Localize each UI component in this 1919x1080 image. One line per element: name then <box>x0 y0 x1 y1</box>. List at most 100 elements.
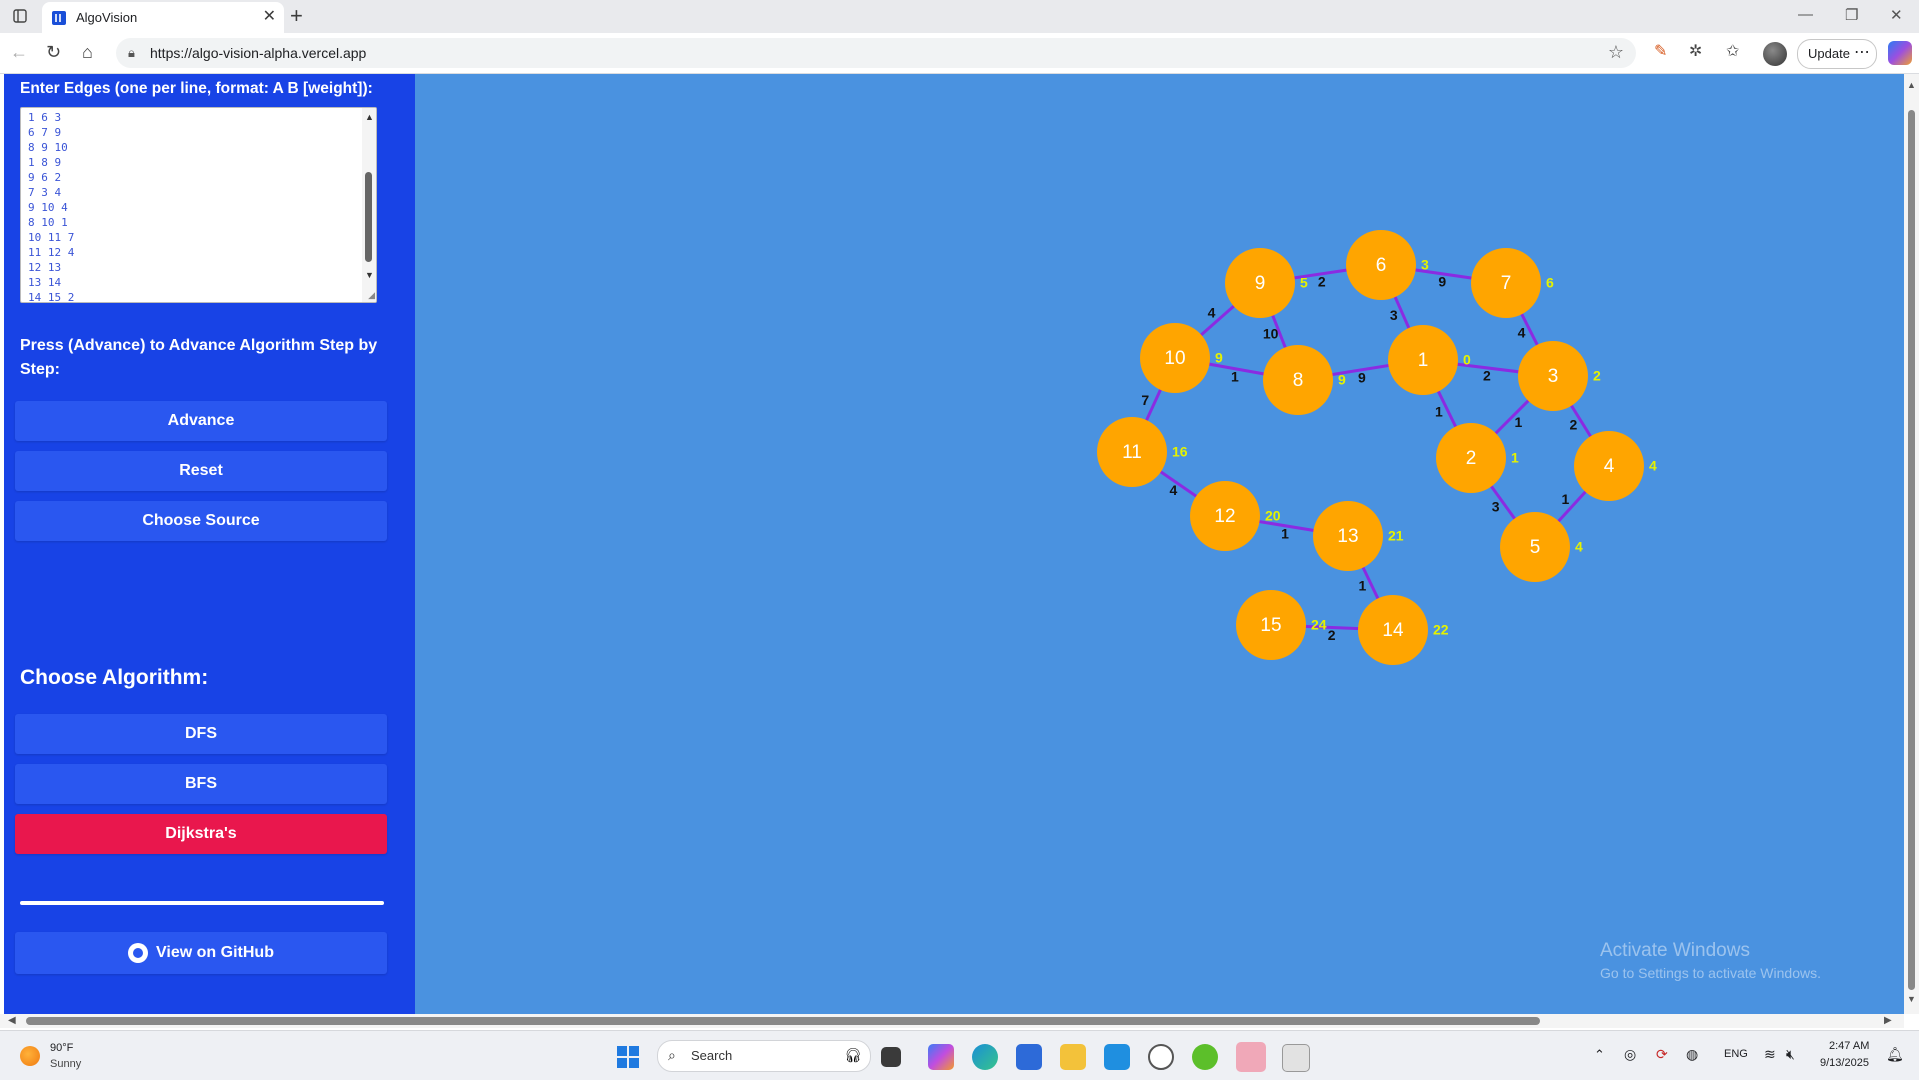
more-menu-icon[interactable]: ⋯ <box>1854 42 1870 62</box>
reload-icon[interactable]: ↻ <box>46 42 61 62</box>
graph-node-10[interactable]: 10 9 <box>1140 323 1223 393</box>
new-tab-icon[interactable]: + <box>290 4 303 28</box>
textarea-scroll-thumb[interactable] <box>365 172 372 262</box>
node-label: 5 <box>1530 537 1541 558</box>
node-distance-label: 16 <box>1172 444 1188 460</box>
profile-avatar[interactable] <box>1763 42 1787 66</box>
favorite-star-icon[interactable]: ☆ <box>1608 42 1624 63</box>
graph-node-1[interactable]: 10 <box>1388 325 1471 395</box>
edges-text[interactable]: 1 6 3 6 7 9 8 9 10 1 8 9 9 6 2 7 3 4 9 1… <box>28 110 74 302</box>
notification-bell-icon[interactable]: 🔔︎ <box>1886 1046 1904 1063</box>
vscode-icon[interactable] <box>1104 1044 1130 1070</box>
task-view-icon[interactable] <box>881 1047 901 1067</box>
scroll-left-icon[interactable]: ◀ <box>8 1015 16 1026</box>
favorites-icon[interactable]: ✩ <box>1726 43 1739 61</box>
graph-node-7[interactable]: 76 <box>1471 248 1554 318</box>
graph-node-2[interactable]: 21 <box>1436 423 1519 493</box>
wifi-icon[interactable]: ≋ <box>1764 1046 1776 1063</box>
show-hidden-icons-icon[interactable]: ⌃ <box>1594 1047 1605 1063</box>
edge-browser-icon[interactable] <box>972 1044 998 1070</box>
weather-sun-icon[interactable] <box>20 1046 40 1066</box>
vertical-scroll-thumb[interactable] <box>1908 110 1915 990</box>
graph-node-15[interactable]: 15 24 <box>1236 590 1327 660</box>
close-tab-icon[interactable]: ✕ <box>263 9 276 25</box>
edge-weight-label: 1 <box>1514 414 1522 430</box>
graph-node-13[interactable]: 13 21 <box>1313 501 1404 571</box>
url-text[interactable]: https://algo-vision-alpha.vercel.app <box>150 45 366 61</box>
control-sidebar: Enter Edges (one per line, format: A B [… <box>4 74 415 1014</box>
node-label: 11 <box>1122 442 1142 463</box>
microsoft-store-icon[interactable] <box>1016 1044 1042 1070</box>
scroll-up-icon[interactable]: ▲ <box>365 112 374 122</box>
lock-icon[interactable]: 🔒︎ <box>128 45 135 61</box>
copilot-app-icon[interactable] <box>928 1044 954 1070</box>
minimize-icon[interactable]: — <box>1798 6 1813 23</box>
edge-weight-label: 4 <box>1169 482 1177 498</box>
close-window-icon[interactable]: ✕ <box>1890 6 1903 24</box>
github-button[interactable]: View on GitHub <box>15 932 387 974</box>
taskbar-search-box[interactable]: ⌕ Search 🎧︎ <box>657 1040 871 1072</box>
scroll-down-icon[interactable]: ▼ <box>1907 994 1916 1004</box>
fingerprint-icon[interactable]: ◎ <box>1624 1046 1636 1063</box>
edges-textarea[interactable]: 1 6 3 6 7 9 8 9 10 1 8 9 9 6 2 7 3 4 9 1… <box>20 107 377 303</box>
scroll-right-icon[interactable]: ▶ <box>1884 1015 1892 1026</box>
url-field[interactable]: 🔒︎ https://algo-vision-alpha.vercel.app … <box>116 38 1636 68</box>
update-button[interactable]: Update ⋯ <box>1797 39 1877 69</box>
language-indicator[interactable]: ENG <box>1724 1048 1748 1060</box>
clock-time[interactable]: 2:47 AM <box>1829 1040 1869 1052</box>
graph-canvas[interactable]: 2 9 3 4 10 4 1 9 2 7 1 1 2 4 1 3 1 1 2 1021324454637689951… <box>415 74 1904 1014</box>
node-distance-label: 9 <box>1338 372 1346 388</box>
choose-source-button[interactable]: Choose Source <box>15 501 387 541</box>
home-icon[interactable]: ⌂ <box>82 42 93 62</box>
graph-node-12[interactable]: 12 20 <box>1190 481 1281 551</box>
extension-icon[interactable]: ✎ <box>1654 43 1667 61</box>
page-horizontal-scrollbar[interactable]: ◀ ▶ <box>0 1014 1904 1028</box>
node-label: 4 <box>1604 456 1615 477</box>
edge-weight-label: 1 <box>1281 526 1289 542</box>
back-icon[interactable]: ← <box>10 42 28 62</box>
chrome-app-icon[interactable] <box>1236 1042 1266 1072</box>
textarea-scrollbar[interactable]: ▲ ▼ <box>362 108 376 302</box>
graph-node-5[interactable]: 54 <box>1500 512 1583 582</box>
advance-button[interactable]: Advance <box>15 401 387 441</box>
graph-node-8[interactable]: 89 <box>1263 345 1346 415</box>
horizontal-scroll-thumb[interactable] <box>26 1017 1540 1025</box>
page-viewport: Enter Edges (one per line, format: A B [… <box>0 74 1919 1028</box>
copilot-icon[interactable] <box>1888 41 1912 65</box>
graph-node-3[interactable]: 32 <box>1518 341 1601 411</box>
windows-start-icon[interactable] <box>617 1046 639 1068</box>
scroll-down-icon[interactable]: ▼ <box>365 270 374 280</box>
tab-actions-icon[interactable] <box>10 6 30 26</box>
weather-description[interactable]: Sunny <box>50 1058 81 1070</box>
activate-windows-subtitle: Go to Settings to activate Windows. <box>1600 965 1821 981</box>
network-device-icon[interactable]: ◍ <box>1686 1046 1698 1063</box>
resize-grip-icon[interactable]: ◢ <box>368 290 375 301</box>
file-explorer-icon[interactable] <box>1060 1044 1086 1070</box>
graph-node-14[interactable]: 14 22 <box>1358 595 1449 665</box>
restore-icon[interactable]: ❐ <box>1845 6 1858 24</box>
utorrent-icon[interactable] <box>1192 1044 1218 1070</box>
clock-date[interactable]: 9/13/2025 <box>1820 1057 1869 1069</box>
graph-node-11[interactable]: 11 16 <box>1097 417 1188 487</box>
weather-temperature[interactable]: 90°F <box>50 1042 73 1054</box>
graph-node-4[interactable]: 44 <box>1574 431 1657 501</box>
node-label: 2 <box>1466 448 1477 469</box>
dijkstra-button[interactable]: Dijkstra's <box>15 814 387 854</box>
reset-button[interactable]: Reset <box>15 451 387 491</box>
scroll-up-icon[interactable]: ▲ <box>1907 80 1916 90</box>
graph-node-6[interactable]: 63 <box>1346 230 1429 300</box>
graph-node-9[interactable]: 95 <box>1225 248 1308 318</box>
edge-weight-label: 7 <box>1141 392 1149 408</box>
page-vertical-scrollbar[interactable]: ▲ ▼ <box>1904 74 1919 1014</box>
extensions-puzzle-icon[interactable]: ✲ <box>1689 43 1702 61</box>
advance-instructions: Press (Advance) to Advance Algorithm Ste… <box>20 337 378 378</box>
sync-icon[interactable]: ⟳ <box>1656 1046 1668 1063</box>
graph-svg[interactable]: 2 93410 41 9 2711 2413 112 1 02 13 24 45 46 37 68 99 51… <box>415 74 1904 1014</box>
snipping-tool-icon[interactable] <box>1282 1044 1310 1072</box>
node-label: 13 <box>1337 526 1358 547</box>
browser-tab[interactable]: AlgoVision ✕ <box>42 2 284 33</box>
dfs-button[interactable]: DFS <box>15 714 387 754</box>
bfs-button[interactable]: BFS <box>15 764 387 804</box>
chatgpt-icon[interactable] <box>1148 1044 1174 1070</box>
volume-muted-icon[interactable]: 🔇︎ <box>1786 1046 1795 1063</box>
